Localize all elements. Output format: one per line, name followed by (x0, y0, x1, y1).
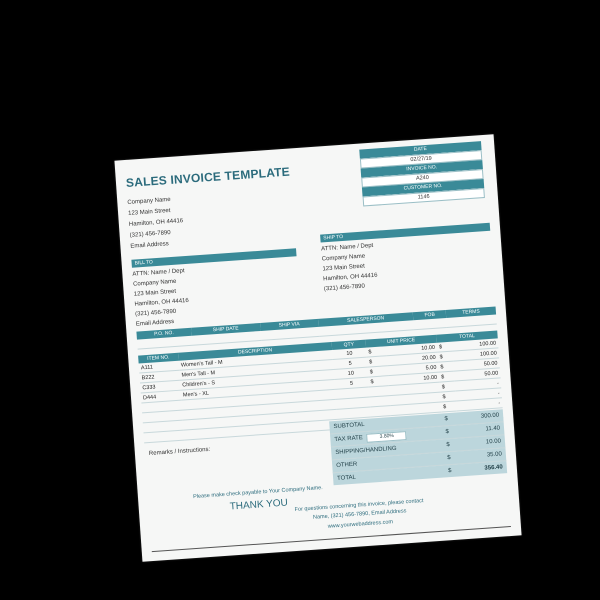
invoice-sheet: SALES INVOICE TEMPLATE Company Name 123 … (114, 134, 522, 562)
currency-symbol: $ (448, 467, 452, 475)
invoice-meta: DATE 02/27/19 INVOICE NO. A240 CUSTOMER … (359, 141, 485, 207)
ship-to-section: SHIP TO ATTN: Name / Dept Company Name 1… (320, 222, 494, 297)
subtotal-value: 300.00 (480, 412, 500, 420)
currency-symbol: $ (447, 455, 451, 462)
shipping-value: 10.00 (485, 438, 502, 446)
order-cell (446, 314, 497, 328)
item-no-cell (143, 430, 185, 443)
remarks-label: Remarks / Instructions: (148, 446, 211, 458)
order-cell (413, 317, 448, 330)
company-info: Company Name 123 Main Street Hamilton, O… (127, 192, 251, 255)
tax-rate-value: 3.80% (366, 430, 408, 443)
tax-value: 11.40 (485, 425, 501, 433)
currency-symbol: $ (444, 416, 449, 423)
bill-to-section: BILL TO ATTN: Name / Dept Company Name 1… (131, 248, 301, 331)
total-value: 356.40 (484, 464, 503, 472)
tax-rate-label: TAX RATE (334, 435, 364, 444)
other-value: 35.00 (486, 451, 503, 459)
page-title: SALES INVOICE TEMPLATE (125, 164, 291, 190)
currency-symbol: $ (445, 429, 450, 436)
totals-section: SUBTOTAL $ 300.00 TAX RATE 3.80% $ 11.40… (329, 409, 508, 486)
currency-symbol: $ (446, 442, 450, 449)
bottom-divider (151, 525, 511, 553)
